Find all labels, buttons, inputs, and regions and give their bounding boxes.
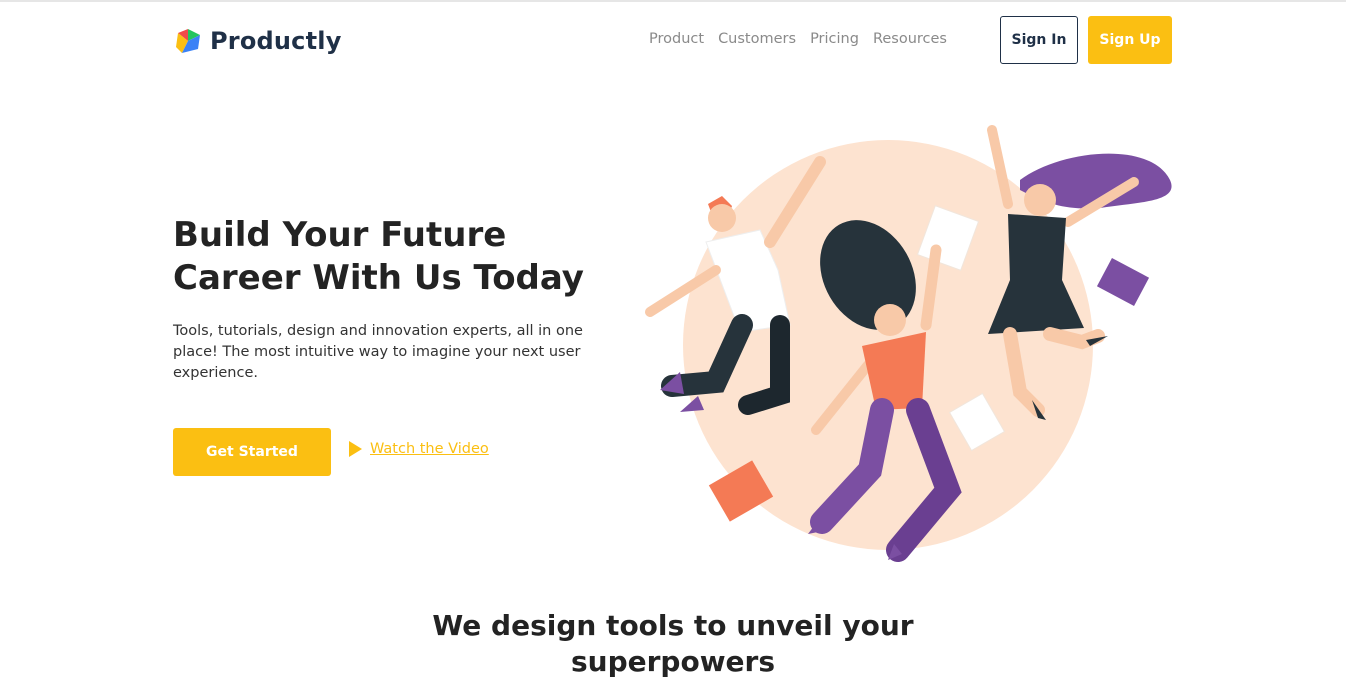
section-title: We design tools to unveil your superpowe… xyxy=(0,608,1346,680)
nav-item-resources[interactable]: Resources xyxy=(873,31,947,47)
top-border xyxy=(0,0,1346,2)
sign-up-button[interactable]: Sign Up xyxy=(1088,16,1172,64)
section-title-line-1: We design tools to unveil your xyxy=(432,609,914,642)
purple-book xyxy=(1096,258,1150,306)
nav-item-customers[interactable]: Customers xyxy=(718,31,796,47)
jumping-people-illustration xyxy=(645,125,1172,562)
watch-video-link[interactable]: Watch the Video xyxy=(349,441,489,457)
logo[interactable]: Productly xyxy=(174,25,342,57)
play-icon xyxy=(349,441,362,457)
sign-in-button[interactable]: Sign In xyxy=(1000,16,1078,64)
nav-item-pricing[interactable]: Pricing xyxy=(810,31,859,47)
hero-title: Build Your Future Career With Us Today xyxy=(173,214,613,300)
hero-title-line-1: Build Your Future xyxy=(173,215,507,255)
section-title-line-2: superpowers xyxy=(570,645,776,678)
nav-item-product[interactable]: Product xyxy=(649,31,704,47)
productly-logo-icon xyxy=(176,29,200,53)
hero-description: Tools, tutorials, design and innovation … xyxy=(173,323,583,381)
brand-name: Productly xyxy=(210,27,342,55)
main-nav: Product Customers Pricing Resources xyxy=(649,31,947,47)
get-started-button[interactable]: Get Started xyxy=(173,428,331,476)
watch-video-label: Watch the Video xyxy=(370,441,489,457)
hero-title-line-2: Career With Us Today xyxy=(173,258,584,298)
